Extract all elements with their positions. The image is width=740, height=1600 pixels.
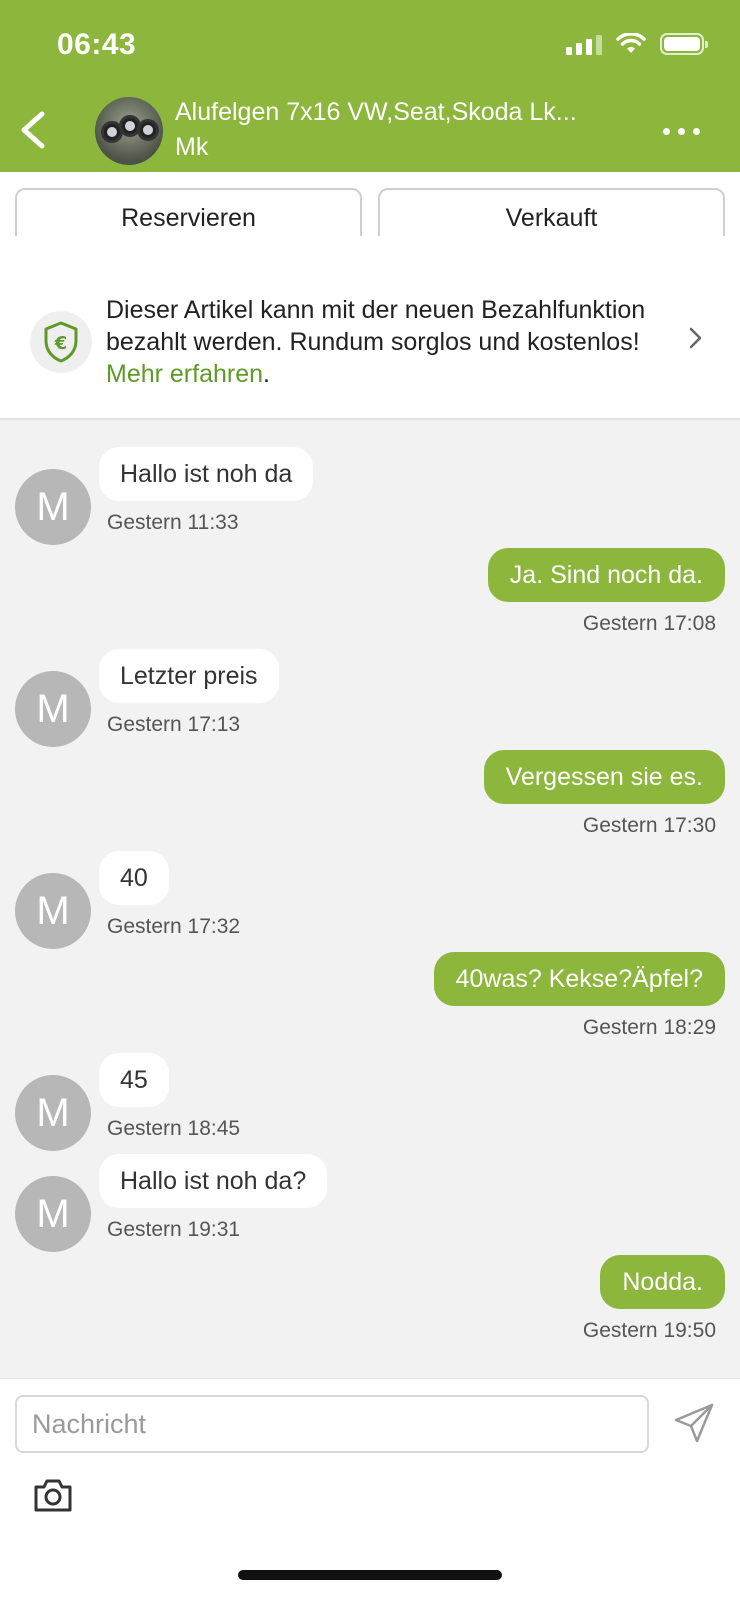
message-timestamp: Gestern 17:13 bbox=[107, 713, 241, 736]
message-timestamp: Gestern 18:29 bbox=[582, 1016, 716, 1039]
more-options-icon[interactable] bbox=[663, 128, 700, 135]
camera-icon[interactable] bbox=[32, 1475, 74, 1515]
message-timestamp: Gestern 17:08 bbox=[582, 612, 716, 635]
message-timestamp: Gestern 18:45 bbox=[107, 1117, 241, 1140]
banner-text: Dieser Artikel kann mit der neuen Bezahl… bbox=[106, 294, 666, 390]
payment-info-banner[interactable]: € Dieser Artikel kann mit der neuen Beza… bbox=[0, 236, 740, 420]
message-bubble-incoming[interactable]: 45 bbox=[99, 1053, 169, 1107]
message-timestamp: Gestern 17:30 bbox=[582, 814, 716, 837]
battery-icon bbox=[660, 33, 708, 55]
message-bubble-outgoing[interactable]: Vergessen sie es. bbox=[483, 750, 725, 804]
banner-suffix: . bbox=[263, 360, 270, 388]
message-timestamp: Gestern 17:32 bbox=[107, 915, 241, 938]
send-icon[interactable] bbox=[672, 1401, 716, 1445]
avatar[interactable]: M bbox=[15, 671, 91, 747]
chevron-right-icon bbox=[689, 327, 702, 349]
status-time: 06:43 bbox=[57, 28, 137, 61]
banner-message: Dieser Artikel kann mit der neuen Bezahl… bbox=[106, 296, 646, 356]
avatar[interactable]: M bbox=[15, 873, 91, 949]
status-icons bbox=[566, 33, 708, 55]
home-indicator bbox=[238, 1570, 502, 1580]
contact-name: Mk bbox=[175, 133, 209, 161]
app-header: 06:43 Alufelgen 7x16 VW,Seat,Skoda Lk...… bbox=[0, 0, 740, 172]
action-bar: Reservieren Verkauft bbox=[0, 172, 740, 248]
message-composer bbox=[0, 1378, 740, 1600]
message-bubble-incoming[interactable]: Hallo ist noh da? bbox=[99, 1154, 328, 1208]
back-icon[interactable] bbox=[14, 106, 54, 154]
euro-shield-icon: € bbox=[30, 311, 92, 373]
signal-icon bbox=[566, 33, 602, 55]
message-bubble-incoming[interactable]: 40 bbox=[99, 851, 169, 905]
message-bubble-outgoing[interactable]: Ja. Sind noch da. bbox=[487, 548, 725, 602]
listing-thumbnail[interactable] bbox=[95, 97, 163, 165]
message-timestamp: Gestern 19:31 bbox=[107, 1218, 241, 1241]
message-bubble-incoming[interactable]: Letzter preis bbox=[99, 649, 279, 703]
wifi-icon bbox=[616, 33, 646, 53]
message-bubble-outgoing[interactable]: Nodda. bbox=[600, 1255, 725, 1309]
message-timestamp: Gestern 19:50 bbox=[582, 1319, 716, 1342]
learn-more-link[interactable]: Mehr erfahren bbox=[106, 360, 263, 388]
message-bubble-incoming[interactable]: Hallo ist noh da bbox=[99, 447, 314, 501]
avatar[interactable]: M bbox=[15, 469, 91, 545]
svg-text:€: € bbox=[54, 333, 68, 354]
message-timestamp: Gestern 11:33 bbox=[107, 511, 239, 534]
avatar[interactable]: M bbox=[15, 1075, 91, 1151]
avatar[interactable]: M bbox=[15, 1176, 91, 1252]
listing-title[interactable]: Alufelgen 7x16 VW,Seat,Skoda Lk... bbox=[175, 98, 645, 127]
message-bubble-outgoing[interactable]: 40was? Kekse?Äpfel? bbox=[433, 952, 725, 1006]
message-input[interactable] bbox=[15, 1395, 649, 1453]
